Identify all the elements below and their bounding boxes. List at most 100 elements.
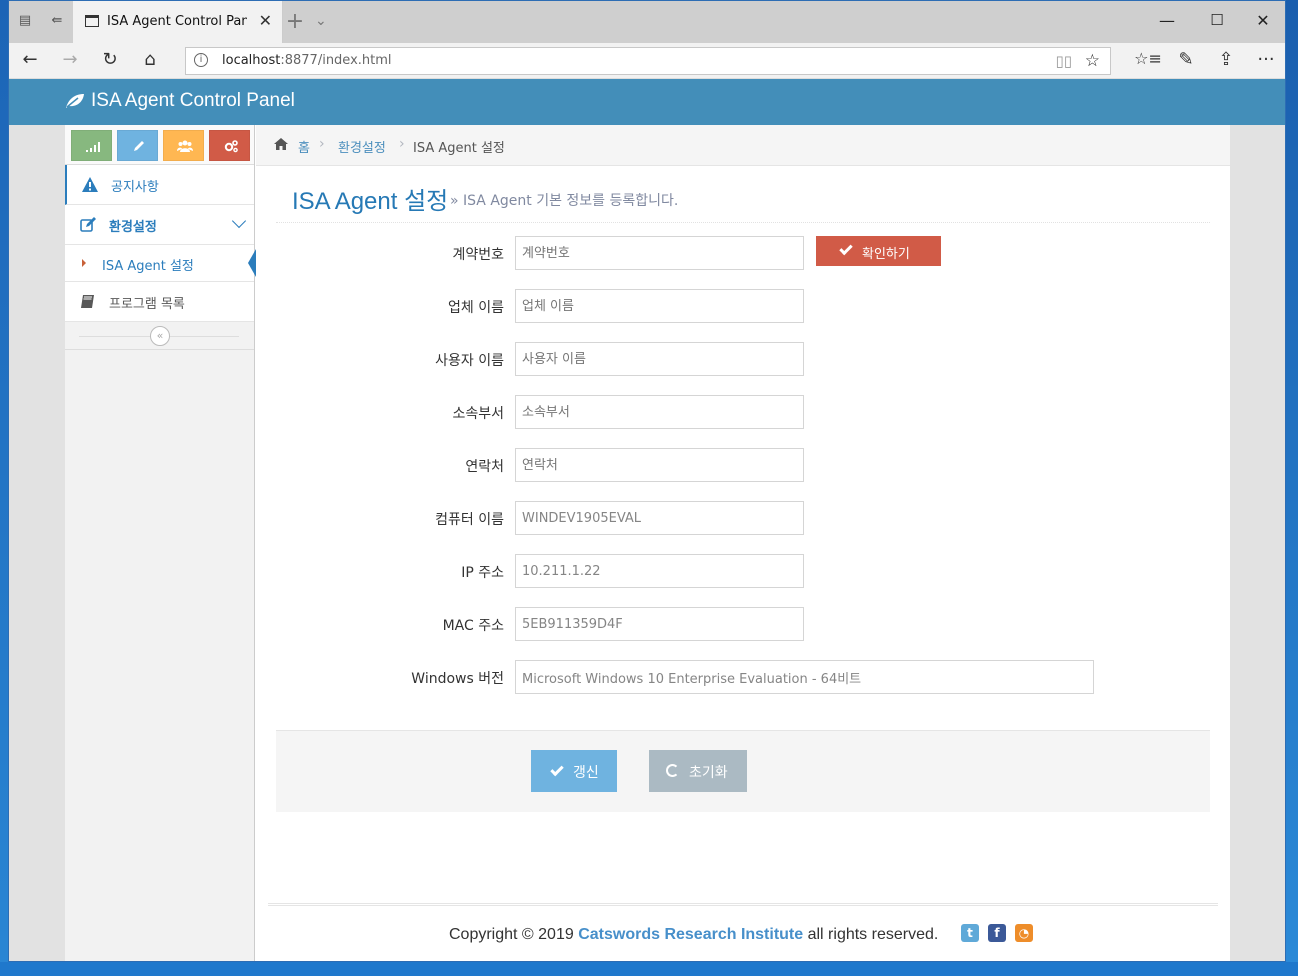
sidebar-item-label: 공지사항	[111, 180, 159, 195]
form-row-company: 업체 이름	[256, 289, 1230, 323]
warning-icon	[82, 177, 98, 192]
form-row-computer: 컴퓨터 이름	[256, 501, 1230, 535]
refresh-icon[interactable]: ↻	[95, 49, 125, 70]
user-label: 사용자 이름	[435, 353, 504, 369]
windows-label: Windows 버전	[411, 671, 504, 687]
leaf-logo-icon	[66, 94, 84, 108]
ip-address-input[interactable]	[515, 554, 804, 588]
computer-label: 컴퓨터 이름	[435, 512, 504, 528]
form-row-windows: Windows 버전	[256, 660, 1230, 694]
tab-manager-icon[interactable]: ▤	[17, 14, 33, 28]
navigation-bar: ← → ↻ ⌂ i localhost:8877/index.html ▯▯ ☆…	[9, 43, 1285, 79]
sidebar-subitem-label: ISA Agent 설정	[102, 259, 194, 274]
browser-window: ▤ ⇚ ISA Agent Control Pane ✕ + ⌄ — ☐ ✕ ←…	[8, 0, 1286, 962]
computer-name-input[interactable]	[515, 501, 804, 535]
maximize-icon[interactable]: ☐	[1197, 11, 1237, 29]
shortcut-stats-button[interactable]	[71, 130, 112, 161]
check-icon	[839, 241, 853, 256]
sidebar-item-label: 환경설정	[109, 220, 157, 235]
edit-square-icon	[80, 217, 96, 232]
back-icon[interactable]: ←	[15, 49, 45, 70]
forward-icon[interactable]: →	[55, 49, 85, 70]
form-row-ip: IP 주소	[256, 554, 1230, 588]
pencil-icon	[134, 141, 144, 151]
page-favicon-icon	[85, 15, 99, 27]
sidebar-item-notice[interactable]: 공지사항	[65, 165, 254, 205]
sidebar-item-label: 프로그램 목록	[109, 297, 185, 312]
tab-strip: ▤ ⇚ ISA Agent Control Pane ✕ + ⌄ — ☐ ✕	[9, 1, 1285, 43]
tabs-aside-icon[interactable]: ⇚	[49, 14, 65, 28]
contact-label: 연락처	[465, 459, 504, 475]
reading-view-icon[interactable]: ▯▯	[1055, 52, 1072, 70]
twitter-icon[interactable]: t	[961, 924, 979, 942]
sidebar-item-programs[interactable]: 프로그램 목록	[65, 282, 254, 322]
breadcrumb-settings-link[interactable]: 환경설정	[338, 137, 386, 156]
app-header: ISA Agent Control Panel	[9, 79, 1285, 125]
address-bar[interactable]: i localhost:8877/index.html ▯▯ ☆	[185, 47, 1111, 75]
update-button-label: 갱신	[573, 765, 599, 781]
desktop-right-edge	[1286, 0, 1298, 976]
site-info-icon[interactable]: i	[194, 53, 208, 67]
share-icon[interactable]: ⇪	[1211, 49, 1241, 70]
collapse-double-left-icon[interactable]: «	[150, 326, 170, 346]
facebook-icon[interactable]: f	[988, 924, 1006, 942]
close-tab-icon[interactable]: ✕	[259, 11, 272, 30]
windows-version-input[interactable]	[515, 660, 1094, 694]
window-close-icon[interactable]: ✕	[1243, 11, 1283, 30]
sidebar-shortcuts	[65, 125, 254, 165]
reset-button-label: 초기화	[689, 765, 728, 781]
sidebar-subitem-isa-settings[interactable]: ISA Agent 설정	[65, 245, 256, 282]
user-name-input[interactable]	[515, 342, 804, 376]
page-subtitle: » ISA Agent 기본 정보를 등록합니다.	[450, 193, 679, 209]
new-tab-icon[interactable]: +	[283, 9, 307, 34]
sidebar-collapse: «	[65, 322, 254, 350]
page-body: 공지사항 환경설정 ISA Agent 설정 프로그램 목록 « 홈 › 환경설…	[9, 125, 1285, 961]
home-icon[interactable]: ⌂	[135, 49, 165, 70]
form-row-mac: MAC 주소	[256, 607, 1230, 641]
breadcrumb-separator-icon: ›	[399, 136, 405, 152]
shortcut-settings-button[interactable]	[209, 130, 250, 161]
book-icon	[81, 295, 94, 308]
mac-label: MAC 주소	[442, 618, 504, 634]
breadcrumb: 홈 › 환경설정 › ISA Agent 설정	[256, 125, 1230, 166]
page-header: ISA Agent 설정 » ISA Agent 기본 정보를 등록합니다.	[276, 177, 1210, 223]
chevron-down-icon	[231, 213, 247, 229]
active-pointer-icon	[248, 249, 256, 277]
check-icon	[550, 762, 564, 777]
favorite-star-icon[interactable]: ☆	[1085, 51, 1100, 71]
sidebar: 공지사항 환경설정 ISA Agent 설정 프로그램 목록 «	[65, 125, 256, 961]
sidebar-item-settings[interactable]: 환경설정	[65, 205, 254, 245]
breadcrumb-home-link[interactable]: 홈	[298, 137, 310, 156]
footer: Copyright © 2019 Catswords Research Inst…	[268, 903, 1218, 961]
reset-button[interactable]: 초기화	[649, 750, 747, 792]
favorites-list-icon[interactable]: ☆≡	[1133, 49, 1163, 68]
update-button[interactable]: 갱신	[531, 750, 617, 792]
shortcut-edit-button[interactable]	[117, 130, 158, 161]
notes-pen-icon[interactable]: ✎	[1171, 49, 1201, 70]
confirm-button-label: 확인하기	[862, 247, 910, 262]
main-container: 공지사항 환경설정 ISA Agent 설정 프로그램 목록 « 홈 › 환경설…	[65, 125, 1230, 961]
browser-tab[interactable]: ISA Agent Control Pane ✕	[73, 1, 283, 43]
rss-icon[interactable]: ◔	[1015, 924, 1033, 942]
confirm-button[interactable]: 확인하기	[816, 236, 941, 266]
form-row-contract: 계약번호 확인하기	[256, 236, 1230, 270]
breadcrumb-current: ISA Agent 설정	[413, 141, 505, 156]
breadcrumb-separator-icon: ›	[319, 136, 325, 152]
desktop-bottom-edge	[0, 962, 1298, 976]
form-actions: 갱신 초기화	[276, 730, 1210, 812]
app-title[interactable]: ISA Agent Control Panel	[91, 90, 295, 112]
contact-input[interactable]	[515, 448, 804, 482]
contract-number-input[interactable]	[515, 236, 804, 270]
shortcut-users-button[interactable]	[163, 130, 204, 161]
page-title: ISA Agent 설정	[292, 188, 449, 215]
ip-label: IP 주소	[461, 565, 504, 581]
company-name-input[interactable]	[515, 289, 804, 323]
minimize-icon[interactable]: —	[1147, 11, 1187, 30]
more-menu-icon[interactable]: ···	[1251, 49, 1281, 70]
main-content: 홈 › 환경설정 › ISA Agent 설정 ISA Agent 설정 » I…	[256, 125, 1230, 961]
department-input[interactable]	[515, 395, 804, 429]
mac-address-input[interactable]	[515, 607, 804, 641]
form-row-contact: 연락처	[256, 448, 1230, 482]
undo-icon	[666, 764, 679, 777]
tab-preview-chevron-icon[interactable]: ⌄	[315, 13, 327, 29]
